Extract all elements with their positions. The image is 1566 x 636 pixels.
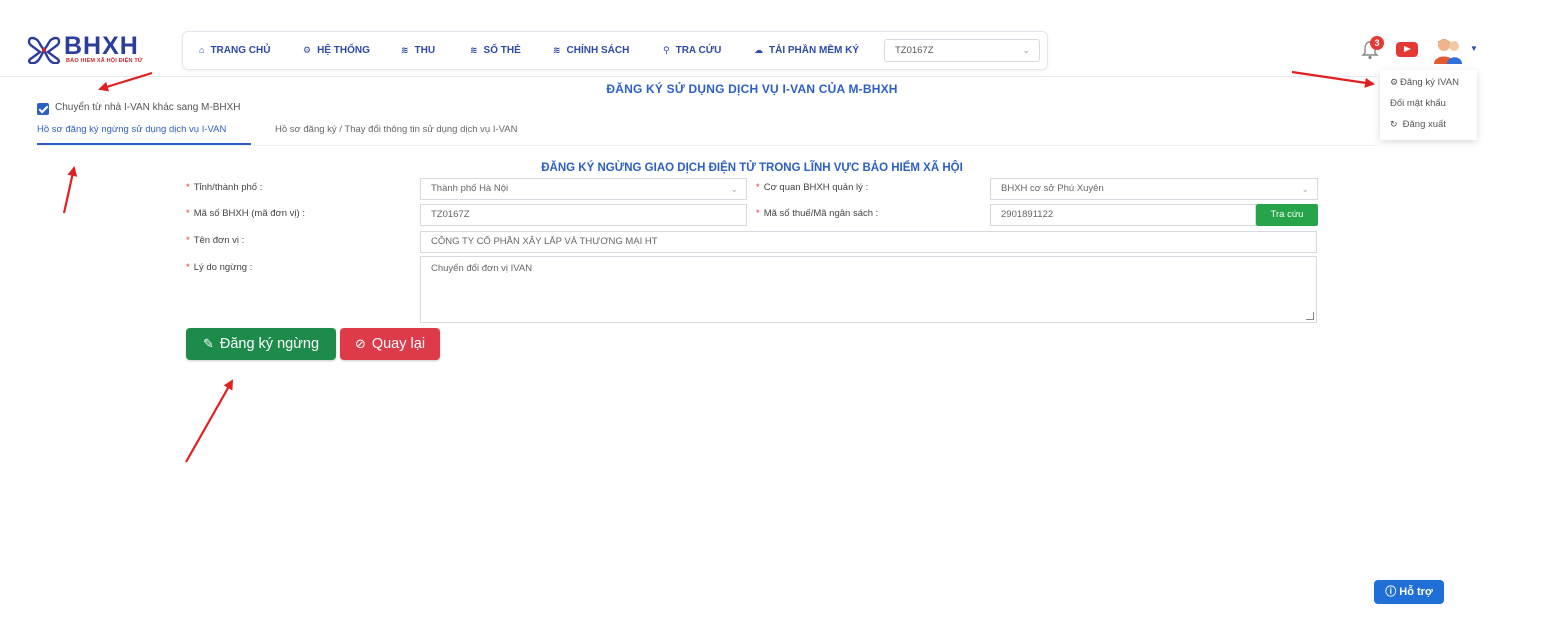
required-mark: *: [756, 182, 760, 193]
logo-text: BHXH: [64, 32, 139, 60]
help-button-label: Hỗ trợ: [1399, 586, 1433, 598]
header-divider: [0, 76, 1380, 77]
unit-name-input[interactable]: CÔNG TY CỔ PHẦN XÂY LẮP VÀ THƯƠNG MẠI HT: [420, 231, 1317, 253]
user-avatar-icon[interactable]: [1432, 36, 1464, 64]
menu-item-change-password[interactable]: Đổi mật khẩu: [1390, 98, 1446, 109]
register-stop-button[interactable]: ✎ Đăng ký ngừng: [186, 328, 336, 360]
province-value: Thành phố Hà Nội: [431, 183, 509, 194]
user-dropdown-menu: ⚙ Đăng ký IVAN Đổi mật khẩu ↻ Đăng xuất: [1380, 70, 1477, 140]
unit-select[interactable]: TZ0167Z ⌄: [884, 39, 1040, 62]
active-tab-indicator: [37, 143, 251, 145]
help-icon: ⓘ: [1385, 586, 1397, 598]
money-icon: ≋: [401, 45, 409, 55]
cloud-download-icon: ☁: [754, 45, 763, 55]
reason-label: * Lý do ngừng :: [186, 262, 252, 273]
unit-code-input[interactable]: TZ0167Z: [420, 204, 747, 226]
page-title: ĐĂNG KÝ SỬ DỤNG DỊCH VỤ I-VAN CỦA M-BHXH: [606, 82, 898, 96]
edit-icon: ✎: [202, 336, 214, 351]
unit-name-label-text: Tên đơn vị :: [193, 235, 245, 246]
bhxh-logo[interactable]: BHXH BẢO HIỂM XÃ HỘI ĐIỆN TỬ: [26, 32, 166, 68]
nav-item-policy[interactable]: ≋ CHÍNH SÁCH: [553, 32, 629, 69]
nav-item-lookup[interactable]: ⚲ TRA CỨU: [663, 32, 721, 69]
tabs-divider: [37, 145, 1377, 146]
lookup-button[interactable]: Tra cứu: [1256, 204, 1318, 226]
nav-item-card[interactable]: ≋ SỐ THẺ: [470, 32, 521, 69]
card-icon: ≋: [470, 45, 478, 55]
gear-icon: ⚙: [303, 45, 312, 55]
province-label-text: Tỉnh/thành phố :: [193, 182, 263, 193]
required-mark: *: [186, 182, 190, 193]
transfer-ivan-checkbox-label[interactable]: Chuyển từ nhà I-VAN khác sang M-BHXH: [55, 102, 240, 113]
home-icon: ⌂: [199, 45, 205, 55]
chevron-down-icon: ⌄: [1022, 45, 1030, 55]
nav-item-label: SỐ THẺ: [483, 45, 521, 56]
main-navbar: ⌂ TRANG CHỦ ⚙ HỆ THỐNG ≋ THU ≋ SỐ THẺ ≋ CHÍNH…: [182, 31, 1048, 70]
agency-label-text: Cơ quan BHXH quản lý :: [763, 182, 869, 193]
policy-icon: ≋: [553, 45, 561, 55]
agency-label: * Cơ quan BHXH quản lý :: [756, 182, 868, 193]
tax-code-label: * Mã số thuế/Mã ngân sách :: [756, 208, 878, 219]
agency-select[interactable]: BHXH cơ sở Phú Xuyên ⌄: [990, 178, 1318, 200]
agency-value: BHXH cơ sở Phú Xuyên: [1001, 183, 1104, 194]
annotation-arrow: [62, 166, 78, 214]
unit-code-label-text: Mã số BHXH (mã đơn vị) :: [193, 208, 305, 219]
reason-value: Chuyển đổi đơn vị IVAN: [431, 263, 533, 274]
notification-badge: 3: [1370, 36, 1384, 50]
youtube-icon[interactable]: [1396, 42, 1418, 57]
nav-item-label: CHÍNH SÁCH: [566, 45, 630, 56]
chevron-down-icon: ⌄: [1301, 184, 1309, 194]
register-stop-button-label: Đăng ký ngừng: [219, 336, 320, 352]
unit-select-value: TZ0167Z: [895, 45, 934, 56]
nav-item-label: TẢI PHẦN MỀM KÝ: [769, 45, 859, 56]
required-mark: *: [186, 262, 190, 273]
transfer-ivan-checkbox[interactable]: [37, 103, 49, 115]
logout-icon: ↻: [1390, 119, 1398, 129]
required-mark: *: [186, 235, 190, 246]
required-mark: *: [186, 208, 190, 219]
search-icon: ⚲: [663, 45, 670, 55]
nav-item-label: HỆ THỐNG: [317, 45, 370, 56]
nav-item-label: THU: [414, 45, 436, 56]
reason-textarea[interactable]: Chuyển đổi đơn vị IVAN: [420, 256, 1317, 323]
chevron-down-icon: ⌄: [730, 184, 738, 194]
province-select[interactable]: Thành phố Hà Nội ⌄: [420, 178, 747, 200]
tab-stop-ivan[interactable]: Hồ sơ đăng ký ngừng sử dụng dịch vụ I-VA…: [37, 124, 226, 135]
ban-icon: ⊘: [354, 336, 366, 351]
required-mark: *: [756, 208, 760, 219]
annotation-arrow: [185, 379, 233, 463]
caret-down-icon[interactable]: ▼: [1470, 44, 1478, 53]
logo-mark-icon: [27, 36, 61, 64]
nav-item-home[interactable]: ⌂ TRANG CHỦ: [199, 32, 270, 69]
menu-item-label: Đăng xuất: [1402, 119, 1446, 130]
province-label: * Tỉnh/thành phố :: [186, 182, 262, 193]
unit-code-label: * Mã số BHXH (mã đơn vị) :: [186, 208, 305, 219]
tax-code-label-text: Mã số thuế/Mã ngân sách :: [763, 208, 879, 219]
nav-item-download-sign[interactable]: ☁ TẢI PHẦN MỀM KÝ: [754, 32, 859, 69]
nav-item-label: TRANG CHỦ: [210, 45, 271, 56]
nav-item-thu[interactable]: ≋ THU: [401, 32, 435, 69]
back-button[interactable]: ⊘ Quay lại: [340, 328, 440, 360]
tax-code-input[interactable]: 2901891122: [990, 204, 1256, 226]
help-button[interactable]: ⓘ Hỗ trợ: [1374, 580, 1444, 604]
reason-label-text: Lý do ngừng :: [193, 262, 253, 273]
menu-item-label: Đổi mật khẩu: [1390, 98, 1446, 109]
resize-handle-icon[interactable]: [1306, 312, 1314, 320]
section-title: ĐĂNG KÝ NGỪNG GIAO DỊCH ĐIỆN TỬ TRONG LĨ…: [541, 162, 963, 174]
logo-subtitle: BẢO HIỂM XÃ HỘI ĐIỆN TỬ: [66, 58, 143, 64]
tab-register-change-ivan[interactable]: Hồ sơ đăng ký / Thay đổi thông tin sử dụ…: [275, 124, 517, 135]
back-button-label: Quay lại: [371, 336, 426, 352]
nav-item-system[interactable]: ⚙ HỆ THỐNG: [303, 32, 370, 69]
menu-item-logout[interactable]: ↻ Đăng xuất: [1390, 119, 1446, 130]
nav-item-label: TRA CỨU: [675, 45, 722, 56]
unit-name-label: * Tên đơn vị :: [186, 235, 244, 246]
